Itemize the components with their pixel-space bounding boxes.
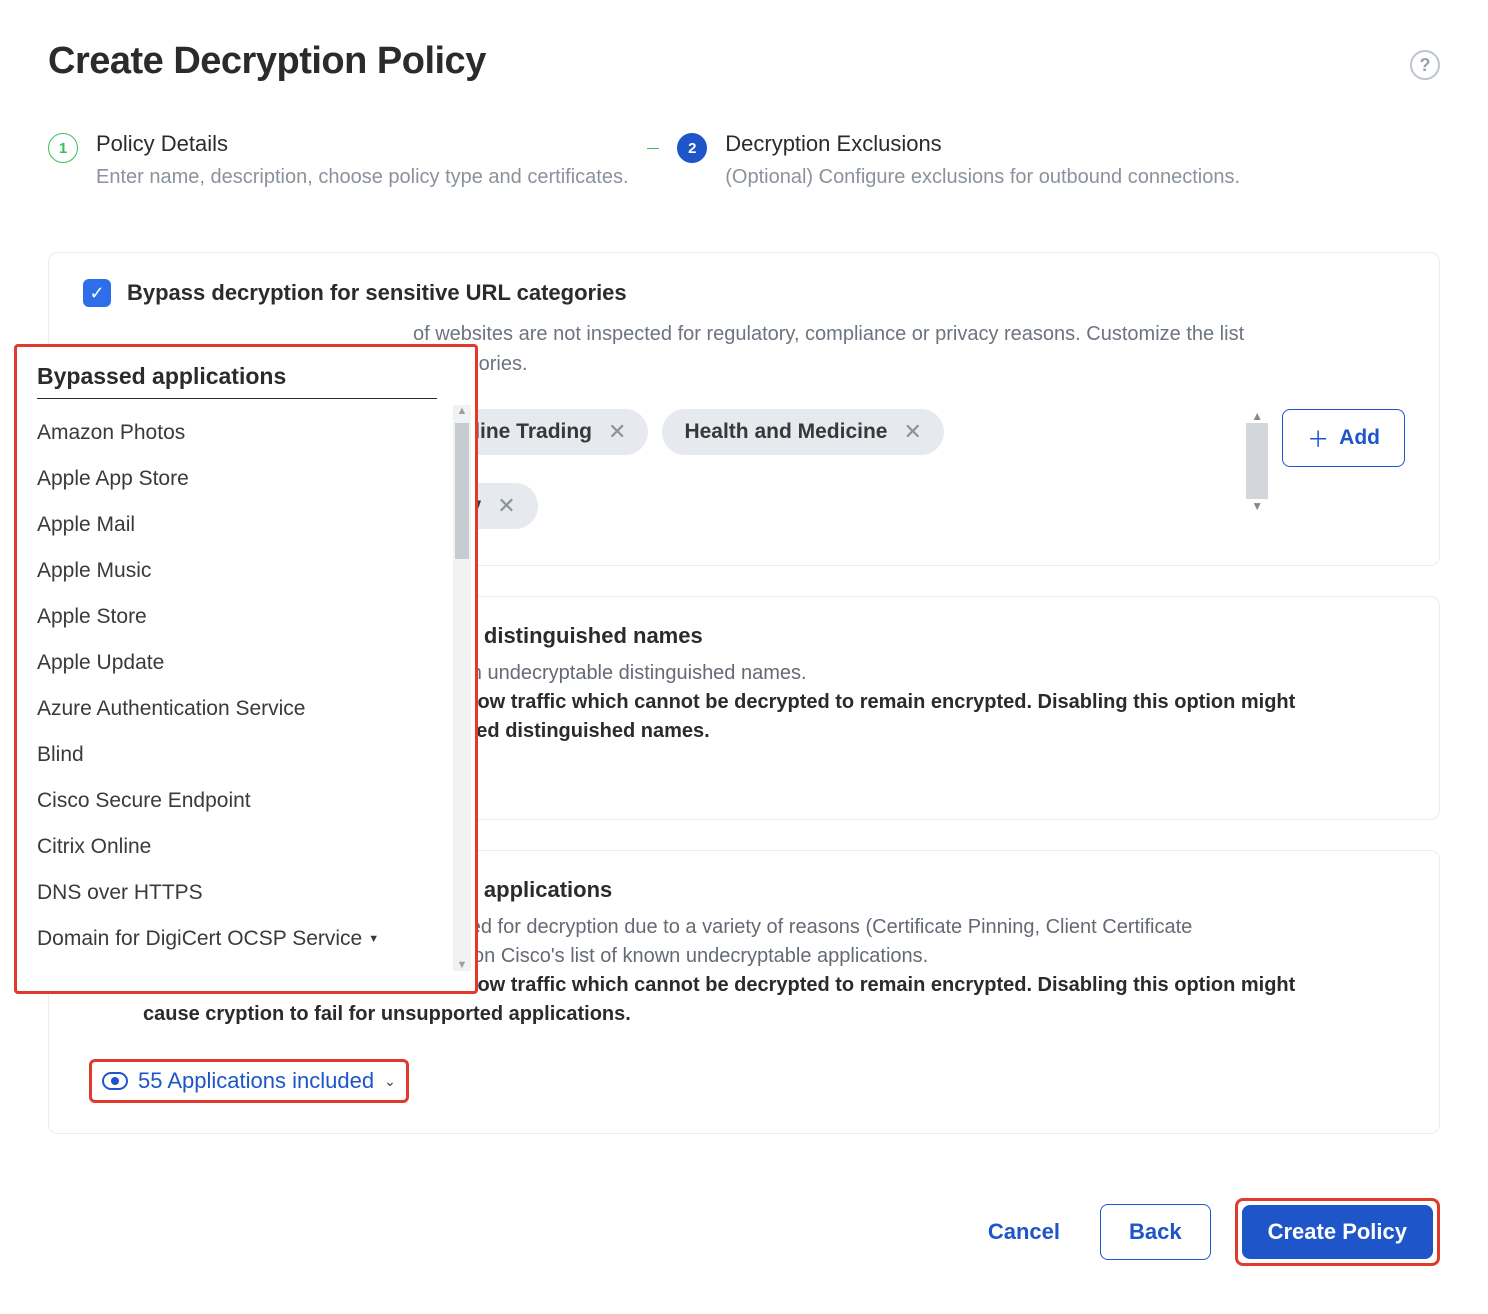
stepper: 1 Policy Details Enter name, description…: [48, 131, 1440, 192]
step-2-title: Decryption Exclusions: [725, 131, 1240, 157]
list-item[interactable]: Amazon Photos: [37, 411, 445, 455]
page-title: Create Decryption Policy: [48, 40, 486, 83]
step-2-badge: 2: [677, 133, 707, 163]
plus-icon: ＋: [1307, 422, 1329, 454]
back-button[interactable]: Back: [1100, 1204, 1211, 1260]
list-item[interactable]: Cisco Secure Endpoint: [37, 779, 445, 823]
dn-text: f known undecryptable distinguished name…: [413, 659, 1405, 746]
caret-down-icon: ▼: [368, 933, 379, 945]
footer-actions: Cancel Back Create Policy: [972, 1198, 1440, 1266]
list-item[interactable]: DNS over HTTPS: [37, 871, 445, 915]
scroll-up-icon[interactable]: ▲: [457, 405, 468, 417]
dn-title: ptable distinguished names: [413, 623, 1405, 649]
step-decryption-exclusions[interactable]: 2 Decryption Exclusions (Optional) Confi…: [677, 131, 1240, 192]
scroll-down-icon[interactable]: ▼: [457, 959, 468, 971]
apps-text: upported for decryption due to a variety…: [413, 913, 1405, 1029]
chevron-down-icon: ⌄: [384, 1073, 396, 1090]
chip-health-medicine[interactable]: Health and Medicine✕: [662, 409, 943, 455]
bypass-checkbox[interactable]: ✓: [83, 279, 111, 307]
list-item[interactable]: Apple Mail: [37, 503, 445, 547]
step-2-sub: (Optional) Configure exclusions for outb…: [725, 163, 1240, 192]
list-item[interactable]: Blind: [37, 733, 445, 777]
dn-expand-link[interactable]: d ⌄: [413, 766, 1405, 789]
scroll-down-icon[interactable]: ▼: [1246, 499, 1268, 513]
step-1-sub: Enter name, description, choose policy t…: [96, 163, 629, 192]
dropdown-scrollbar[interactable]: ▲ ▼: [453, 405, 471, 971]
remove-chip-icon[interactable]: ✕: [904, 419, 922, 445]
list-item[interactable]: Domain for DigiCert OCSP Service ▼: [37, 917, 445, 961]
dropdown-list[interactable]: Amazon Photos Apple App Store Apple Mail…: [37, 399, 445, 971]
bypass-description: of websites are not inspected for regula…: [413, 319, 1405, 379]
dropdown-title: Bypassed applications: [37, 363, 437, 399]
create-policy-button[interactable]: Create Policy: [1242, 1205, 1433, 1259]
add-category-button[interactable]: ＋ Add: [1282, 409, 1405, 467]
scroll-thumb[interactable]: [455, 423, 469, 559]
step-policy-details[interactable]: 1 Policy Details Enter name, description…: [48, 131, 629, 192]
list-item[interactable]: Apple Store: [37, 595, 445, 639]
list-item[interactable]: Apple App Store: [37, 457, 445, 501]
step-1-badge: 1: [48, 133, 78, 163]
help-icon[interactable]: ?: [1410, 50, 1440, 80]
apps-title: ptable applications: [413, 877, 1405, 903]
cancel-button[interactable]: Cancel: [972, 1205, 1076, 1259]
remove-chip-icon[interactable]: ✕: [608, 419, 626, 445]
remove-chip-icon[interactable]: ✕: [497, 493, 515, 519]
list-item[interactable]: Citrix Online: [37, 825, 445, 869]
list-item[interactable]: Apple Music: [37, 549, 445, 593]
step-1-title: Policy Details: [96, 131, 629, 157]
applications-included-link[interactable]: 55 Applications included ⌄: [89, 1059, 409, 1103]
list-item[interactable]: Apple Update: [37, 641, 445, 685]
list-item[interactable]: Azure Authentication Service: [37, 687, 445, 731]
bypass-checkbox-label: Bypass decryption for sensitive URL cate…: [127, 280, 627, 306]
eye-icon: [102, 1072, 128, 1090]
chips-scrollbar[interactable]: ▲ ▼: [1246, 409, 1268, 513]
bypassed-applications-dropdown[interactable]: Bypassed applications Amazon Photos Appl…: [14, 344, 478, 994]
step-connector: [647, 148, 660, 149]
category-chips: Online Trading✕ Health and Medicine✕ ncy…: [423, 409, 1405, 529]
scroll-up-icon[interactable]: ▲: [1246, 409, 1268, 423]
